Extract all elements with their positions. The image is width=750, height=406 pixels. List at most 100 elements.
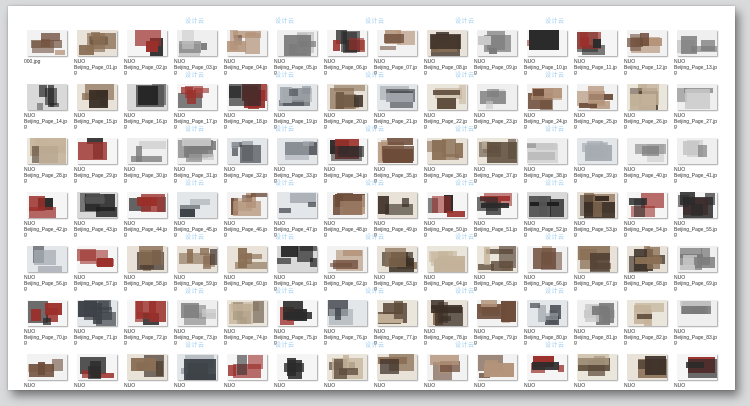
- file-thumbnail[interactable]: [77, 246, 117, 272]
- file-thumbnail[interactable]: [127, 30, 167, 56]
- file-item[interactable]: NUO Beijing_Page_06.jp g: [324, 30, 370, 82]
- file-item[interactable]: NUO: [624, 354, 670, 390]
- file-item[interactable]: NUO Beijing_Page_11.jp g: [574, 30, 620, 82]
- file-item[interactable]: NUO Beijing_Page_43.jp g: [74, 192, 120, 244]
- file-item[interactable]: NUO Beijing_Page_69.jp g: [674, 246, 720, 298]
- file-item[interactable]: NUO Beijing_Page_41.jp g: [674, 138, 720, 190]
- file-thumbnail[interactable]: [677, 30, 717, 56]
- file-thumbnail[interactable]: [177, 84, 217, 110]
- file-item[interactable]: NUO: [674, 354, 720, 390]
- file-thumbnail[interactable]: [277, 354, 317, 380]
- file-thumbnail[interactable]: [527, 30, 567, 56]
- file-item[interactable]: NUO: [374, 354, 420, 390]
- file-thumbnail[interactable]: [277, 84, 317, 110]
- file-thumbnail[interactable]: [427, 138, 467, 164]
- file-item[interactable]: NUO Beijing_Page_13.jp g: [674, 30, 720, 82]
- file-thumbnail[interactable]: [377, 300, 417, 326]
- file-thumbnail[interactable]: [77, 192, 117, 218]
- file-thumbnail[interactable]: [477, 192, 517, 218]
- file-thumbnail[interactable]: [227, 30, 267, 56]
- file-thumbnail[interactable]: [277, 138, 317, 164]
- file-thumbnail[interactable]: [527, 246, 567, 272]
- file-thumbnail[interactable]: [27, 300, 67, 326]
- file-thumbnail[interactable]: [677, 354, 717, 380]
- file-thumbnail[interactable]: [627, 84, 667, 110]
- file-thumbnail[interactable]: [577, 30, 617, 56]
- file-item[interactable]: NUO Beijing_Page_81.jp g: [574, 300, 620, 352]
- file-item[interactable]: NUO Beijing_Page_76.jp g: [324, 300, 370, 352]
- file-item[interactable]: NUO Beijing_Page_60.jp g: [224, 246, 270, 298]
- file-thumbnail[interactable]: [77, 30, 117, 56]
- file-thumbnail[interactable]: [377, 246, 417, 272]
- file-item[interactable]: NUO Beijing_Page_25.jp g: [574, 84, 620, 136]
- file-thumbnail[interactable]: [327, 300, 367, 326]
- file-thumbnail[interactable]: [227, 246, 267, 272]
- file-thumbnail[interactable]: [377, 84, 417, 110]
- file-thumbnail[interactable]: [127, 354, 167, 380]
- file-thumbnail[interactable]: [77, 138, 117, 164]
- file-thumbnail[interactable]: [577, 138, 617, 164]
- file-item[interactable]: NUO Beijing_Page_53.jp g: [574, 192, 620, 244]
- file-item[interactable]: NUO Beijing_Page_42.jp g: [24, 192, 70, 244]
- file-thumbnail[interactable]: [377, 30, 417, 56]
- file-thumbnail[interactable]: [577, 192, 617, 218]
- file-thumbnail[interactable]: [127, 300, 167, 326]
- file-item[interactable]: NUO Beijing_Page_58.jp g: [124, 246, 170, 298]
- file-item[interactable]: NUO Beijing_Page_28.jp g: [24, 138, 70, 190]
- file-item[interactable]: NUO Beijing_Page_57.jp g: [74, 246, 120, 298]
- file-thumbnail[interactable]: [327, 84, 367, 110]
- file-item[interactable]: NUO Beijing_Page_44.jp g: [124, 192, 170, 244]
- file-thumbnail[interactable]: [627, 138, 667, 164]
- file-item[interactable]: NUO Beijing_Page_82.jp g: [624, 300, 670, 352]
- file-item[interactable]: NUO Beijing_Page_20.jp g: [324, 84, 370, 136]
- file-thumbnail[interactable]: [77, 354, 117, 380]
- file-item[interactable]: NUO Beijing_Page_23.jp g: [474, 84, 520, 136]
- file-thumbnail[interactable]: [477, 246, 517, 272]
- file-thumbnail[interactable]: [677, 192, 717, 218]
- file-thumbnail[interactable]: [277, 300, 317, 326]
- file-thumbnail[interactable]: [277, 246, 317, 272]
- file-item[interactable]: NUO Beijing_Page_15.jp g: [74, 84, 120, 136]
- file-thumbnail[interactable]: [527, 84, 567, 110]
- file-thumbnail[interactable]: [377, 138, 417, 164]
- file-item[interactable]: NUO Beijing_Page_40.jp g: [624, 138, 670, 190]
- file-item[interactable]: NUO Beijing_Page_01.jp g: [74, 30, 120, 82]
- file-item[interactable]: NUO Beijing_Page_54.jp g: [624, 192, 670, 244]
- file-thumbnail[interactable]: [227, 354, 267, 380]
- file-thumbnail[interactable]: [327, 30, 367, 56]
- file-item[interactable]: NUO: [424, 354, 470, 390]
- file-thumbnail[interactable]: [627, 300, 667, 326]
- file-item[interactable]: NUO: [274, 354, 320, 390]
- file-item[interactable]: NUO Beijing_Page_26.jp g: [624, 84, 670, 136]
- file-thumbnail[interactable]: [27, 30, 67, 56]
- file-thumbnail[interactable]: [427, 30, 467, 56]
- file-item[interactable]: NUO: [24, 354, 70, 390]
- file-thumbnail[interactable]: [127, 138, 167, 164]
- file-item[interactable]: NUO Beijing_Page_27.jp g: [674, 84, 720, 136]
- file-thumbnail[interactable]: [677, 246, 717, 272]
- file-item[interactable]: NUO Beijing_Page_79.jp g: [474, 300, 520, 352]
- file-item[interactable]: NUO Beijing_Page_51.jp g: [474, 192, 520, 244]
- file-item[interactable]: NUO Beijing_Page_72.jp g: [124, 300, 170, 352]
- file-thumbnail[interactable]: [177, 246, 217, 272]
- file-thumbnail[interactable]: [327, 192, 367, 218]
- file-item[interactable]: NUO Beijing_Page_34.jp g: [324, 138, 370, 190]
- file-item[interactable]: 000.jpg: [24, 30, 70, 82]
- file-thumbnail[interactable]: [627, 30, 667, 56]
- file-item[interactable]: NUO Beijing_Page_04.jp g: [224, 30, 270, 82]
- file-item[interactable]: NUO Beijing_Page_02.jp g: [124, 30, 170, 82]
- file-item[interactable]: NUO: [174, 354, 220, 390]
- file-item[interactable]: NUO Beijing_Page_12.jp g: [624, 30, 670, 82]
- file-thumbnail[interactable]: [427, 192, 467, 218]
- file-thumbnail[interactable]: [127, 84, 167, 110]
- file-thumbnail[interactable]: [577, 300, 617, 326]
- file-thumbnail[interactable]: [477, 138, 517, 164]
- file-thumbnail[interactable]: [27, 192, 67, 218]
- file-item[interactable]: NUO Beijing_Page_48.jp g: [324, 192, 370, 244]
- file-thumbnail[interactable]: [677, 84, 717, 110]
- file-thumbnail[interactable]: [627, 246, 667, 272]
- file-item[interactable]: NUO Beijing_Page_16.jp g: [124, 84, 170, 136]
- file-thumbnail[interactable]: [477, 30, 517, 56]
- file-thumbnail[interactable]: [527, 354, 567, 380]
- file-thumbnail[interactable]: [327, 246, 367, 272]
